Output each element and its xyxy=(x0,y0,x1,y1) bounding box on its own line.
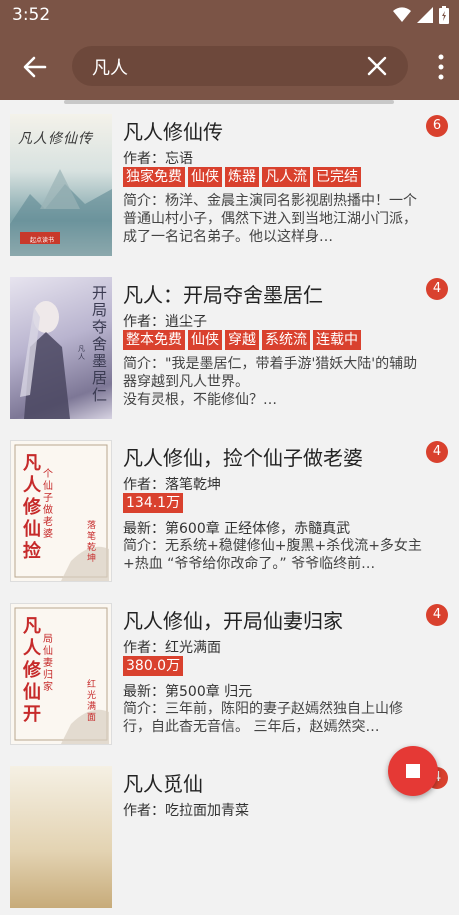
book-title: 凡人修仙，捡个仙子做老婆 xyxy=(123,446,363,470)
latest-chapter: 最新：第600章 正经体修，赤髓真武 xyxy=(123,521,351,537)
book-cover xyxy=(10,766,112,908)
tag: 已完结 xyxy=(313,167,361,187)
tag: 整本免费 xyxy=(123,330,185,350)
cover-title: 凡人修仙传 xyxy=(18,131,93,147)
signal-icon xyxy=(417,7,433,23)
tag: 连载中 xyxy=(313,330,361,350)
status-icons xyxy=(393,6,449,24)
tag: 仙侠 xyxy=(188,167,222,187)
battery-icon xyxy=(439,6,449,24)
cover-small-title: 个仙子做老婆 xyxy=(43,469,53,540)
book-title: 凡人修仙，开局仙妻归家 xyxy=(123,609,343,633)
source-count-badge: 4 xyxy=(426,441,448,463)
more-options-icon[interactable] xyxy=(437,54,445,80)
word-count-tag: 380.0万 xyxy=(123,656,184,676)
status-bar: 3:52 xyxy=(0,0,459,32)
book-list[interactable]: 凡人修仙传 起点读书 凡人修仙传 6 作者：忘语 独家免费 仙侠 炼器 凡人流 … xyxy=(0,100,459,915)
book-cover: 凡人修仙开 局仙妻归家 红光满面 xyxy=(10,603,112,745)
book-title: 凡人觅仙 xyxy=(123,772,203,796)
stop-icon xyxy=(406,764,420,778)
book-description: 简介："我是墨居仁，带着手游'猎妖大陆'的辅助器穿越到凡人世界。 没有灵根，不能… xyxy=(123,356,418,408)
tag: 穿越 xyxy=(225,330,259,350)
tag: 凡人流 xyxy=(262,167,310,187)
source-count-badge: 4 xyxy=(426,278,448,300)
book-description: 简介：杨洋、金晨主演同名影视剧热播中！一个普通山村小子，偶然下进入到当地江湖小门… xyxy=(123,193,417,245)
cover-big-title: 凡人修仙捡 xyxy=(23,453,41,562)
clear-icon[interactable] xyxy=(366,55,388,77)
book-title: 凡人：开局夺舍墨居仁 xyxy=(123,283,323,307)
search-app-bar xyxy=(0,32,459,100)
book-cover: 开局夺舍墨居仁 凡人 xyxy=(10,277,112,419)
book-item[interactable]: 凡人修仙传 起点读书 凡人修仙传 6 作者：忘语 独家免费 仙侠 炼器 凡人流 … xyxy=(0,100,459,263)
search-box[interactable] xyxy=(72,46,408,86)
tag: 仙侠 xyxy=(188,330,222,350)
book-tags: 独家免费 仙侠 炼器 凡人流 已完结 xyxy=(123,167,361,187)
search-input[interactable] xyxy=(90,52,344,82)
book-author: 作者：红光满面 xyxy=(123,640,221,656)
scroll-indicator xyxy=(64,100,394,104)
cover-author: 落笔乾坤 xyxy=(87,521,97,564)
cover-publisher: 起点读书 xyxy=(30,237,55,244)
back-arrow-icon[interactable] xyxy=(20,52,50,82)
book-author: 作者：逍尘子 xyxy=(123,314,207,330)
book-title: 凡人修仙传 xyxy=(123,120,223,144)
book-item[interactable]: 凡人修仙开 局仙妻归家 红光满面 凡人修仙，开局仙妻归家 4 作者：红光满面 3… xyxy=(0,589,459,752)
book-tags: 134.1万 xyxy=(123,493,184,513)
status-time: 3:52 xyxy=(12,5,51,25)
book-item[interactable]: 开局夺舍墨居仁 凡人 凡人：开局夺舍墨居仁 4 作者：逍尘子 整本免费 仙侠 穿… xyxy=(0,263,459,426)
book-item[interactable]: 凡人修仙捡 个仙子做老婆 落笔乾坤 凡人修仙，捡个仙子做老婆 4 作者：落笔乾坤… xyxy=(0,426,459,589)
book-author: 作者：吃拉面加青菜 xyxy=(123,803,249,819)
source-count-badge: 4 xyxy=(426,604,448,626)
wifi-icon xyxy=(393,7,411,23)
source-count-badge: 6 xyxy=(426,115,448,137)
book-description: 简介：三年前，陈阳的妻子赵嫣然独自上山修行，自此杳无音信。 三年后，赵嫣然突… xyxy=(123,701,403,735)
latest-chapter: 最新：第500章 归元 xyxy=(123,684,253,700)
cover-author: 红光满面 xyxy=(87,680,97,723)
book-cover: 凡人修仙传 起点读书 xyxy=(10,114,112,256)
cover-title: 开局夺舍墨居仁 xyxy=(92,284,108,404)
word-count-tag: 134.1万 xyxy=(123,493,184,513)
cover-big-title: 凡人修仙开 xyxy=(23,616,41,725)
cover-small-title: 局仙妻归家 xyxy=(43,634,53,693)
tag: 独家免费 xyxy=(123,167,185,187)
tag: 炼器 xyxy=(225,167,259,187)
cover-subtitle: 凡人 xyxy=(78,345,85,361)
book-description: 简介：无系统+稳健修仙+腹黑+杀伐流+多女主+热血 “爷爷给你改命了。” 爷爷临… xyxy=(123,538,422,572)
book-tags: 380.0万 xyxy=(123,656,184,676)
book-author: 作者：落笔乾坤 xyxy=(123,477,221,493)
stop-search-button[interactable] xyxy=(388,746,438,796)
book-cover: 凡人修仙捡 个仙子做老婆 落笔乾坤 xyxy=(10,440,112,582)
book-author: 作者：忘语 xyxy=(123,151,193,167)
book-tags: 整本免费 仙侠 穿越 系统流 连载中 xyxy=(123,330,361,350)
tag: 系统流 xyxy=(262,330,310,350)
